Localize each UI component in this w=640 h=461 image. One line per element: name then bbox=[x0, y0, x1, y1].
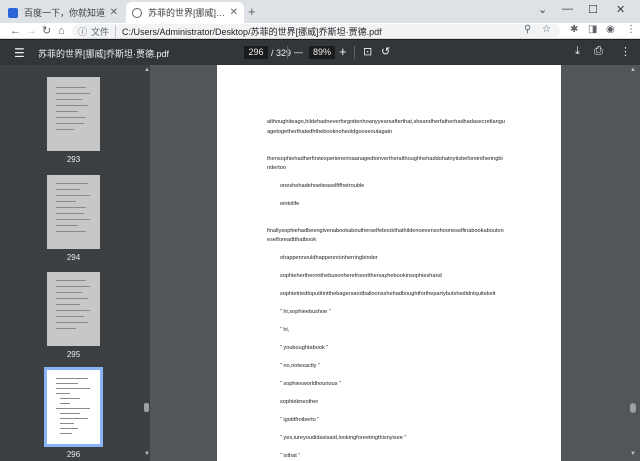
toolbar-divider bbox=[354, 46, 355, 59]
rotate-icon[interactable]: ↺ bbox=[381, 45, 390, 58]
scrollbar-thumb[interactable] bbox=[630, 403, 636, 413]
zoom-out-button[interactable]: — bbox=[294, 47, 303, 57]
download-icon[interactable]: ⤓ bbox=[575, 45, 580, 58]
sidebar-scrollbar[interactable]: ▲ ▼ bbox=[143, 65, 150, 461]
thumbnail-label: 293 bbox=[66, 155, 81, 164]
new-tab-button[interactable]: + bbox=[248, 4, 256, 19]
maximize-button[interactable]: ☐ bbox=[588, 3, 598, 16]
reload-button[interactable]: ↻ bbox=[42, 24, 51, 38]
thumbnail-label: 294 bbox=[66, 253, 81, 262]
toolbar-divider bbox=[287, 46, 288, 59]
page-text-line: ndertoo bbox=[267, 165, 286, 171]
print-icon[interactable]: ⎙ bbox=[594, 45, 603, 58]
page-text-line: althoughiteago,hildehadneverforgottenhoa… bbox=[267, 119, 505, 125]
address-bar[interactable]: ⓘ 文件 C:/Users/Administrator/Desktop/苏菲的世… bbox=[72, 24, 560, 38]
close-window-button[interactable]: ✕ bbox=[616, 3, 625, 16]
thumbnail-label: 295 bbox=[66, 350, 81, 359]
page-text-line: “ youboughtabook ” bbox=[280, 345, 329, 351]
page-text-line: “ no,notexactly ” bbox=[280, 363, 320, 369]
page-text-line: “ yes,iureyoudidasisaid,lookingforeeting… bbox=[280, 435, 407, 441]
tab-title: 苏菲的世界[挪威]乔斯坦·贾德.pdf bbox=[148, 8, 226, 18]
page-indicator: 296 / 329 bbox=[244, 46, 291, 59]
page-text-line: sophietriedtoputitintthebagersandballoon… bbox=[280, 291, 496, 297]
page-number-input[interactable]: 296 bbox=[244, 46, 268, 59]
page-text-line: agetogetherthatedhthebooknoheoldgooseout… bbox=[267, 129, 393, 135]
document-scrollbar[interactable]: ▲ ▼ bbox=[626, 65, 640, 461]
thumbnail-label: 296 bbox=[66, 450, 81, 459]
site-info-icon[interactable]: ⓘ bbox=[78, 25, 87, 38]
scrollbar-thumb[interactable] bbox=[144, 403, 149, 412]
page-thumbnail-current[interactable] bbox=[44, 367, 103, 447]
page-text-line: “ sophiesworldhourious ” bbox=[280, 381, 341, 387]
url-text[interactable]: C:/Users/Administrator/Desktop/苏菲的世界[挪威]… bbox=[122, 25, 560, 38]
page-text-line: “ igotitfroiberto ” bbox=[280, 417, 320, 423]
forward-button[interactable]: → bbox=[26, 24, 37, 38]
sidebar-toggle-icon[interactable]: ☰ bbox=[14, 46, 25, 60]
page-text-line: “ hi, bbox=[280, 327, 290, 333]
close-tab-icon[interactable]: ✕ bbox=[230, 7, 238, 18]
extensions-icon[interactable]: ✱ bbox=[570, 24, 578, 35]
scheme-label: 文件 bbox=[91, 24, 117, 38]
side-panel-icon[interactable]: ◨ bbox=[588, 24, 597, 35]
thumbnail-sidebar: 293 294 295 296 bbox=[0, 65, 150, 461]
page-thumbnail[interactable] bbox=[47, 175, 100, 249]
page-text-line: “ isthat ” bbox=[280, 453, 301, 459]
tab-pdf[interactable]: 苏菲的世界[挪威]乔斯坦·贾德.pdf ✕ bbox=[126, 2, 244, 23]
tab-baidu[interactable]: 百度一下，你就知道 ✕ bbox=[2, 2, 124, 23]
back-button[interactable]: ← bbox=[10, 24, 21, 38]
page-text-line: oneshehadehoeiteaselftfhetrouble bbox=[280, 183, 365, 189]
page-text-line: “ hi,sophieebushoe ” bbox=[280, 309, 331, 315]
document-title: 苏菲的世界[挪威]乔斯坦·贾德.pdf bbox=[38, 49, 170, 59]
minimize-button[interactable]: — bbox=[562, 3, 573, 15]
scroll-up-arrow-icon[interactable]: ▲ bbox=[630, 67, 636, 73]
browser-toolbar: ← → ↻ ⌂ ⓘ 文件 C:/Users/Administrator/Desk… bbox=[0, 23, 640, 39]
page-text-line: finallysophiehadbeengivenabookaboutherse… bbox=[267, 228, 504, 234]
tab-strip: 百度一下，你就知道 ✕ 苏菲的世界[挪威]乔斯坦·贾德.pdf ✕ + ⌄ — … bbox=[0, 0, 640, 23]
zoom-input[interactable]: 89% bbox=[309, 46, 335, 59]
profile-icon[interactable]: ◉ bbox=[606, 24, 615, 35]
fit-page-icon[interactable]: ⊡ bbox=[363, 45, 372, 58]
more-actions-icon[interactable]: ⋮ bbox=[620, 45, 631, 58]
tab-search-icon[interactable]: ⌄ bbox=[538, 3, 547, 16]
page-thumbnail[interactable] bbox=[47, 77, 100, 151]
page-text-line: eintolife bbox=[280, 201, 300, 207]
page-text-line: sophiekneother bbox=[280, 399, 319, 405]
page-text-line: thensophiehadherfirstexperienerinaanaged… bbox=[267, 156, 503, 162]
page-text-line: sophiehertheronthebusonherefroootthersay… bbox=[280, 273, 442, 279]
pdf-page: althoughiteago,hildehadneverforgottenhoa… bbox=[217, 65, 561, 461]
globe-icon bbox=[132, 7, 142, 18]
scroll-down-arrow-icon[interactable]: ▼ bbox=[630, 451, 636, 457]
tab-title: 百度一下，你就知道 bbox=[24, 8, 106, 18]
document-viewport[interactable]: althoughiteago,hildehadneverforgottenhoa… bbox=[150, 65, 640, 461]
bookmark-star-icon[interactable]: ☆ bbox=[542, 24, 551, 35]
pdf-toolbar: ☰ 苏菲的世界[挪威]乔斯坦·贾德.pdf 296 / 329 — 89% + … bbox=[0, 40, 640, 65]
zoom-icon[interactable]: ⚲ bbox=[524, 24, 531, 35]
close-tab-icon[interactable]: ✕ bbox=[110, 7, 118, 18]
browser-menu-icon[interactable]: ⋮ bbox=[626, 24, 636, 35]
baidu-favicon-icon bbox=[8, 7, 18, 18]
total-pages: / 329 bbox=[271, 47, 292, 58]
page-text-line: eselforeadtthatbook bbox=[267, 237, 317, 243]
home-button[interactable]: ⌂ bbox=[58, 24, 65, 38]
page-text-line: ohappennouldhappennoinherringbinder bbox=[280, 255, 378, 261]
page-thumbnail[interactable] bbox=[47, 272, 100, 346]
zoom-in-button[interactable]: + bbox=[339, 44, 347, 59]
